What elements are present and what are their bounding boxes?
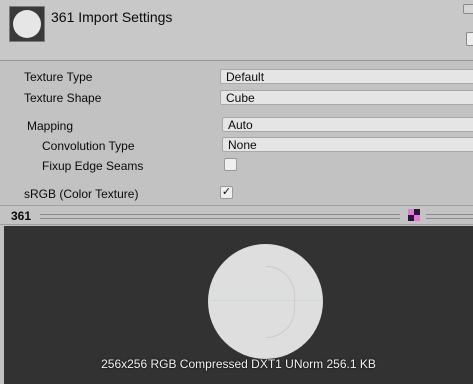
preview-asset-name: 361 bbox=[11, 209, 32, 223]
convolution-type-label: Convolution Type bbox=[42, 139, 135, 153]
inspector-header: 361 Import Settings bbox=[0, 0, 473, 61]
srgb-label: sRGB (Color Texture) bbox=[24, 187, 139, 201]
texture-type-dropdown[interactable]: Default bbox=[220, 69, 473, 84]
exposure-slider[interactable] bbox=[426, 214, 473, 219]
srgb-checkbox[interactable]: ✓ bbox=[220, 186, 233, 199]
mapping-label: Mapping bbox=[27, 119, 74, 133]
inspector-title: 361 Import Settings bbox=[51, 9, 173, 25]
texture-shape-dropdown[interactable]: Cube bbox=[220, 90, 473, 105]
mapping-dropdown[interactable]: Auto bbox=[222, 117, 473, 132]
mipmap-icon[interactable] bbox=[408, 209, 420, 221]
texture-info-text: 256x256 RGB Compressed DXT1 UNorm 256.1 … bbox=[101, 357, 376, 371]
sphere-meridian-line bbox=[266, 266, 295, 338]
fixup-edge-seams-label: Fixup Edge Seams bbox=[42, 159, 144, 173]
preview-header: 361 bbox=[0, 205, 473, 225]
asset-thumbnail bbox=[9, 6, 45, 42]
mip-level-slider[interactable] bbox=[40, 214, 400, 219]
header-settings-icon[interactable] bbox=[463, 4, 473, 14]
texture-type-label: Texture Type bbox=[24, 70, 93, 84]
convolution-type-dropdown[interactable]: None bbox=[222, 137, 473, 152]
cubemap-sphere-preview bbox=[208, 244, 323, 359]
header-toggle-box[interactable] bbox=[466, 32, 473, 46]
sphere-thumbnail-icon bbox=[13, 10, 41, 38]
checkmark-icon: ✓ bbox=[221, 186, 232, 198]
fixup-edge-seams-checkbox[interactable] bbox=[224, 158, 237, 171]
texture-preview[interactable]: 256x256 RGB Compressed DXT1 UNorm 256.1 … bbox=[4, 226, 473, 384]
texture-shape-label: Texture Shape bbox=[24, 91, 102, 105]
